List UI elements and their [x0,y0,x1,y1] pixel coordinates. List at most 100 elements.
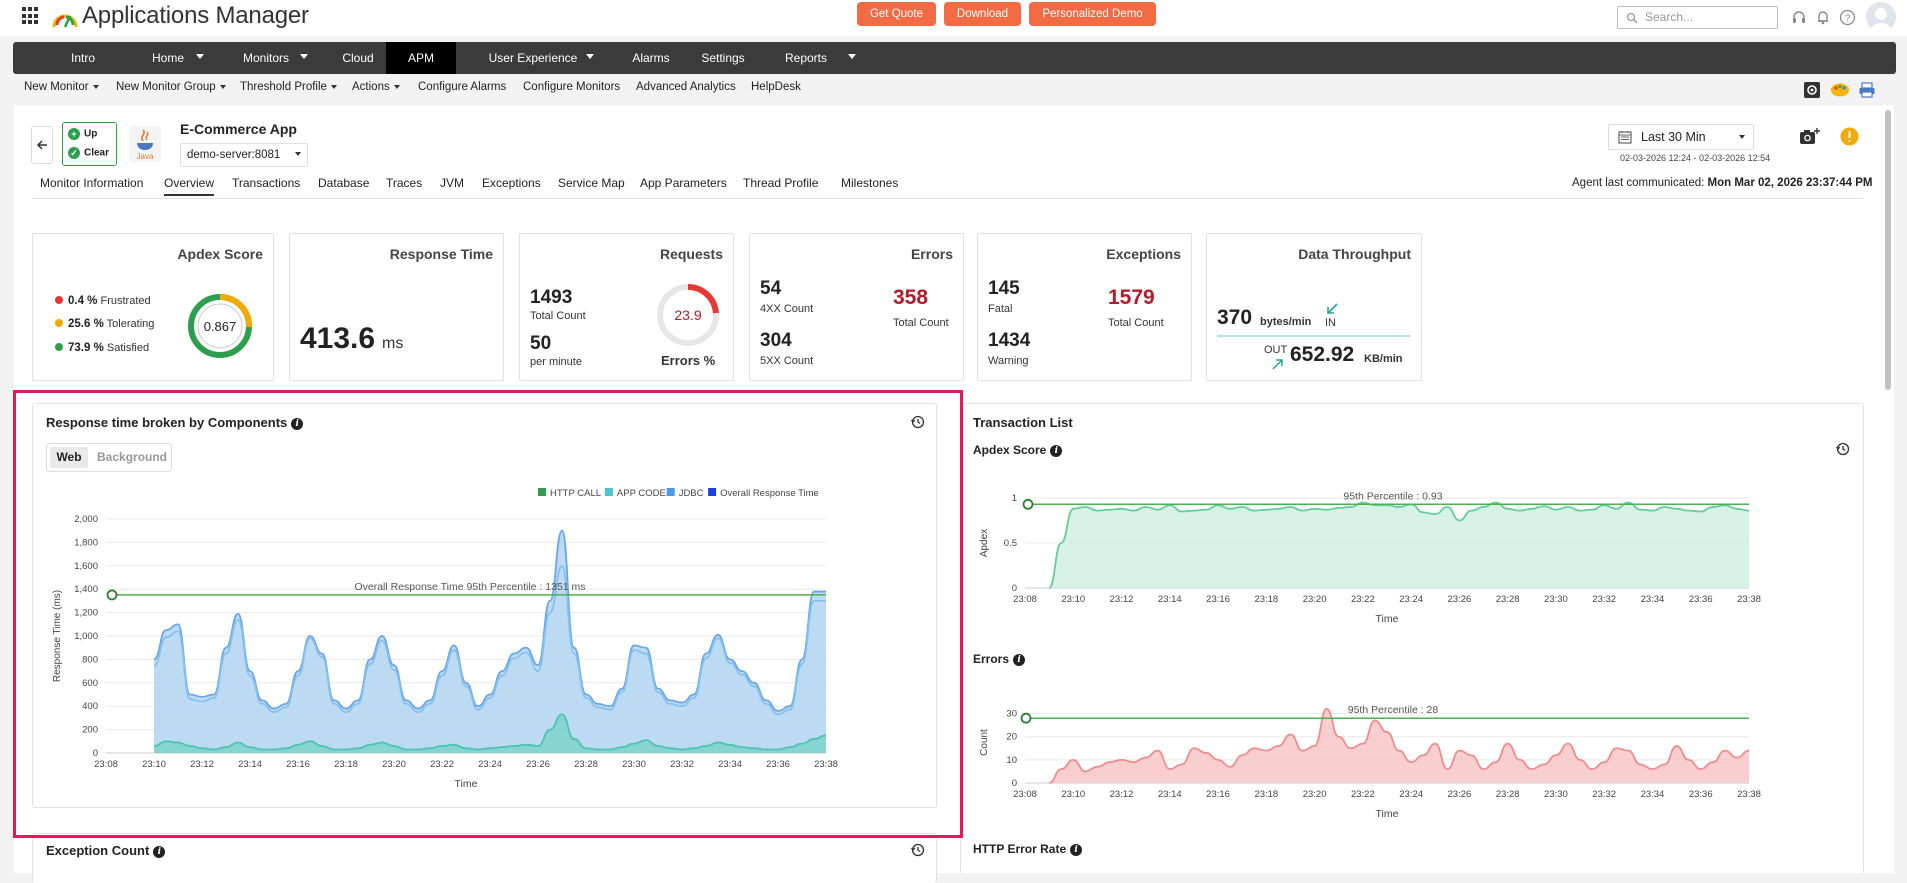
tab-app-parameters[interactable]: App Parameters [640,176,727,190]
subnav-threshold-profile-label: Threshold Profile [240,81,327,93]
x-tick-label: 23:36 [1689,594,1713,605]
subnav-actions[interactable]: Actions [352,81,400,93]
kpi-requests-card[interactable]: Requests 1493 Total Count 50 per minute … [519,233,734,381]
nav-home-caret-icon[interactable] [196,54,204,59]
nav-user-experience-caret-icon[interactable] [586,54,594,59]
y-tick-label: 30 [1006,709,1017,720]
kpi-errors-card[interactable]: Errors 54 4XX Count 304 5XX Count 358 To… [749,233,964,381]
x-tick-label: 23:16 [1206,594,1230,605]
kpi-exceptions-card[interactable]: Exceptions 145 Fatal 1434 Warning 1579 T… [977,233,1192,381]
user-avatar[interactable] [1866,2,1896,32]
personalized-demo-button[interactable]: Personalized Demo [1029,2,1156,26]
x-axis-label: Time [1376,808,1399,820]
nav-cloud[interactable]: Cloud [323,42,393,74]
threshold-marker [1022,498,1034,510]
subnav-threshold-profile[interactable]: Threshold Profile [240,81,337,93]
info-icon[interactable]: i [1070,844,1083,856]
kpi-response-time-card[interactable]: Response Time 413.6 ms [289,233,504,381]
calendar-icon [1618,131,1632,144]
sub-nav: New Monitor New Monitor Group Threshold … [0,78,1907,100]
y-axis-label: Count [979,729,990,756]
tab-traces[interactable]: Traces [386,176,422,190]
kpi-throughput-card[interactable]: Data Throughput 370 bytes/min IN OUT 652… [1206,233,1422,381]
subnav-new-monitor-group[interactable]: New Monitor Group [116,81,226,93]
apdex-score-value: 0.867 [204,319,237,334]
nav-monitors-caret-icon[interactable] [300,54,308,59]
agent-time: Mon Mar 02, 2026 23:37:44 PM [1707,177,1873,189]
x-tick-label: 23:30 [1544,594,1568,605]
info-icon[interactable]: i [1013,654,1026,666]
nav-settings[interactable]: Settings [683,42,763,74]
bell-icon[interactable] [1815,9,1831,25]
page-scrollbar[interactable] [1885,110,1891,390]
get-quote-button[interactable]: Get Quote [857,2,936,26]
server-dropdown[interactable]: demo-server:8081 [180,143,308,167]
exception-count-title-text: Exception Count [46,843,150,858]
nav-reports[interactable]: Reports [766,42,846,74]
satisfied-pct: 73.9 % [68,342,104,354]
info-icon[interactable]: i [153,846,166,858]
errors-4xx-label: 4XX Count [760,303,814,315]
exceptions-fatal: 145 [988,278,1020,299]
satisfied-label: Satisfied [106,342,150,354]
tab-exceptions[interactable]: Exceptions [482,176,541,190]
response-time-unit: ms [382,335,404,352]
errors-percent-value: 23.9 [674,307,701,323]
up-plus-icon: + [68,128,80,140]
back-button[interactable] [31,126,53,164]
y-tick-label: 0 [1012,583,1017,594]
tab-service-map[interactable]: Service Map [558,176,625,190]
x-axis-label: Time [1376,613,1399,625]
exceptions-fatal-label: Fatal [988,303,1013,315]
nav-alarms[interactable]: Alarms [616,42,686,74]
headset-icon[interactable] [1791,9,1807,25]
http-error-rate-title: HTTP Error Rate i [973,842,1083,856]
x-tick-label: 23:30 [1544,789,1568,800]
subnav-advanced-analytics[interactable]: Advanced Analytics [636,81,736,93]
tab-jvm[interactable]: JVM [440,176,464,190]
search-input[interactable]: Search... [1617,6,1778,29]
info-icon[interactable]: i [1050,445,1063,457]
x-tick-label: 23:20 [1303,594,1327,605]
nav-reports-caret-icon[interactable] [848,54,856,59]
camera-snapshot-icon[interactable] [1799,127,1821,147]
apdex-gauge: 0.867 [188,294,252,358]
theme-palette-icon[interactable] [1830,82,1850,98]
nav-user-experience[interactable]: User Experience [463,42,603,74]
x-tick-label: 23:18 [1254,789,1278,800]
subnav-configure-alarms[interactable]: Configure Alarms [418,81,506,93]
monitor-tabs: Monitor Information Overview Transaction… [0,174,1907,198]
history-icon[interactable] [911,843,925,857]
x-tick-label: 23:24 [1399,789,1423,800]
tab-monitor-information[interactable]: Monitor Information [40,176,143,190]
time-range-dropdown[interactable]: Last 30 Min [1608,124,1754,150]
nav-apm[interactable]: APM [386,42,456,74]
tab-thread-profile[interactable]: Thread Profile [743,176,818,190]
print-icon[interactable] [1858,81,1876,99]
requests-total: 1493 [530,287,573,308]
threshold-marker [1020,712,1032,724]
app-grid-icon[interactable] [22,7,40,25]
subnav-new-monitor[interactable]: New Monitor [24,81,99,93]
subnav-helpdesk[interactable]: HelpDesk [751,81,801,93]
download-button[interactable]: Download [944,2,1021,26]
kpi-apdex-card[interactable]: Apdex Score 0.4 % Frustrated 25.6 % Tole… [32,233,274,381]
monitor-status: + Up ✓ Clear [62,122,117,166]
exceptions-total-label: Total Count [1108,317,1164,329]
threshold-label: 95th Percentile : 0.93 [1343,490,1442,502]
subnav-configure-monitors[interactable]: Configure Monitors [523,81,620,93]
java-label: Java [137,152,154,161]
settings-gear-icon[interactable] [1803,81,1821,99]
alert-warning-icon[interactable] [1840,127,1859,146]
tab-database[interactable]: Database [318,176,369,190]
tab-transactions[interactable]: Transactions [232,176,300,190]
history-icon[interactable] [1836,442,1850,456]
apdex-score-chart: 0 0.5 1 23:08 23:10 23:12 23:14 23:16 23:18 23:20… [979,490,1761,625]
agent-label: Agent last communicated: [1572,177,1705,189]
series-area [1049,502,1749,588]
tab-overview[interactable]: Overview [164,176,215,196]
tab-milestones[interactable]: Milestones [841,176,898,190]
nav-home[interactable]: Home [113,42,223,74]
status-up-label: Up [84,128,98,140]
help-icon[interactable]: ? [1839,9,1856,26]
